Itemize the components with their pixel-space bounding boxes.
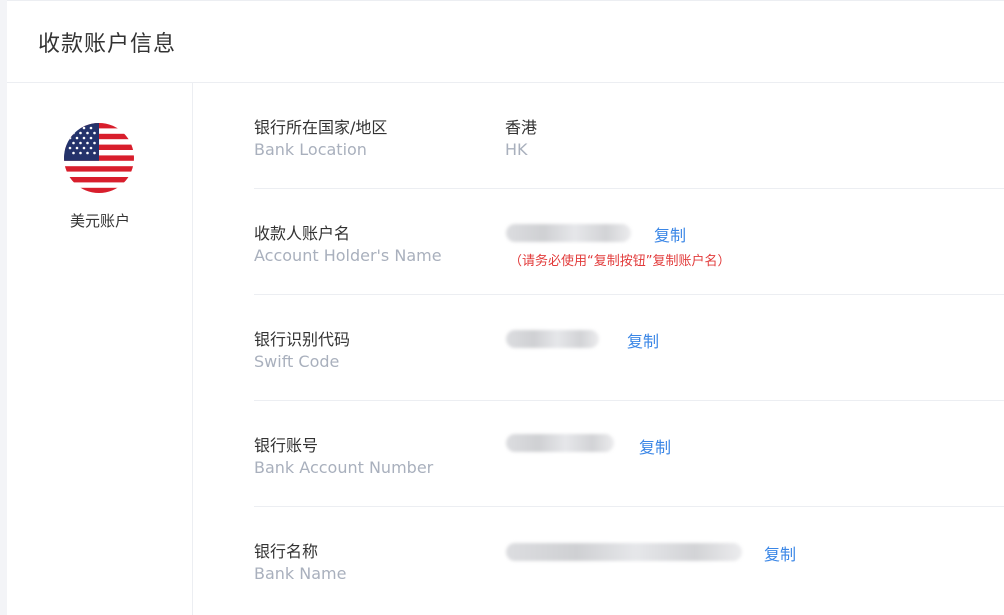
- field-label-en: Bank Location: [254, 140, 367, 159]
- detail-row-account-holder: 收款人账户名 Account Holder's Name 复制 （请务必使用“复…: [254, 189, 1004, 295]
- bank-location-value-en: HK: [505, 140, 528, 159]
- copy-swift-code-button[interactable]: 复制: [627, 328, 659, 352]
- copy-account-holder-button[interactable]: 复制: [654, 222, 686, 246]
- detail-row-bank-name: 银行名称 Bank Name 复制: [254, 507, 1004, 613]
- account-type-label: 美元账户: [69, 212, 130, 230]
- redacted-account-holder-value: [506, 224, 631, 242]
- field-label-cn: 银行识别代码: [254, 330, 351, 349]
- redacted-bank-name-value: [506, 543, 742, 561]
- account-summary-panel: 美元账户: [7, 83, 193, 615]
- field-label-en: Bank Name: [254, 564, 347, 583]
- field-label-cn: 银行账号: [254, 436, 319, 455]
- field-label-en: Bank Account Number: [254, 458, 434, 477]
- field-label-en: Account Holder's Name: [254, 246, 442, 265]
- detail-row-bank-location: 银行所在国家/地区 Bank Location 香港 HK: [254, 83, 1004, 189]
- field-label-cn: 银行所在国家/地区: [254, 118, 388, 137]
- detail-row-bank-account-number: 银行账号 Bank Account Number 复制: [254, 401, 1004, 507]
- copy-warning-text: （请务必使用“复制按钮”复制账户名）: [509, 254, 731, 269]
- copy-bank-name-button[interactable]: 复制: [764, 541, 796, 565]
- account-info-card: 收款账户信息 美元账户 银行所在国家/地区 Bank Location 香港 H…: [7, 0, 1004, 615]
- account-detail-list: 银行所在国家/地区 Bank Location 香港 HK 收款人账户名 Acc…: [254, 83, 1004, 613]
- redacted-swift-code-value: [506, 330, 599, 348]
- redacted-bank-account-number-value: [506, 434, 614, 452]
- card-header: 收款账户信息: [7, 1, 1004, 83]
- detail-row-swift-code: 银行识别代码 Swift Code 复制: [254, 295, 1004, 401]
- field-label-en: Swift Code: [254, 352, 340, 371]
- bank-location-value-cn: 香港: [505, 118, 538, 137]
- page-title: 收款账户信息: [38, 31, 177, 57]
- us-flag-icon: [64, 123, 134, 193]
- field-label-cn: 银行名称: [254, 542, 319, 561]
- field-label-cn: 收款人账户名: [254, 224, 351, 243]
- copy-bank-account-number-button[interactable]: 复制: [639, 434, 671, 458]
